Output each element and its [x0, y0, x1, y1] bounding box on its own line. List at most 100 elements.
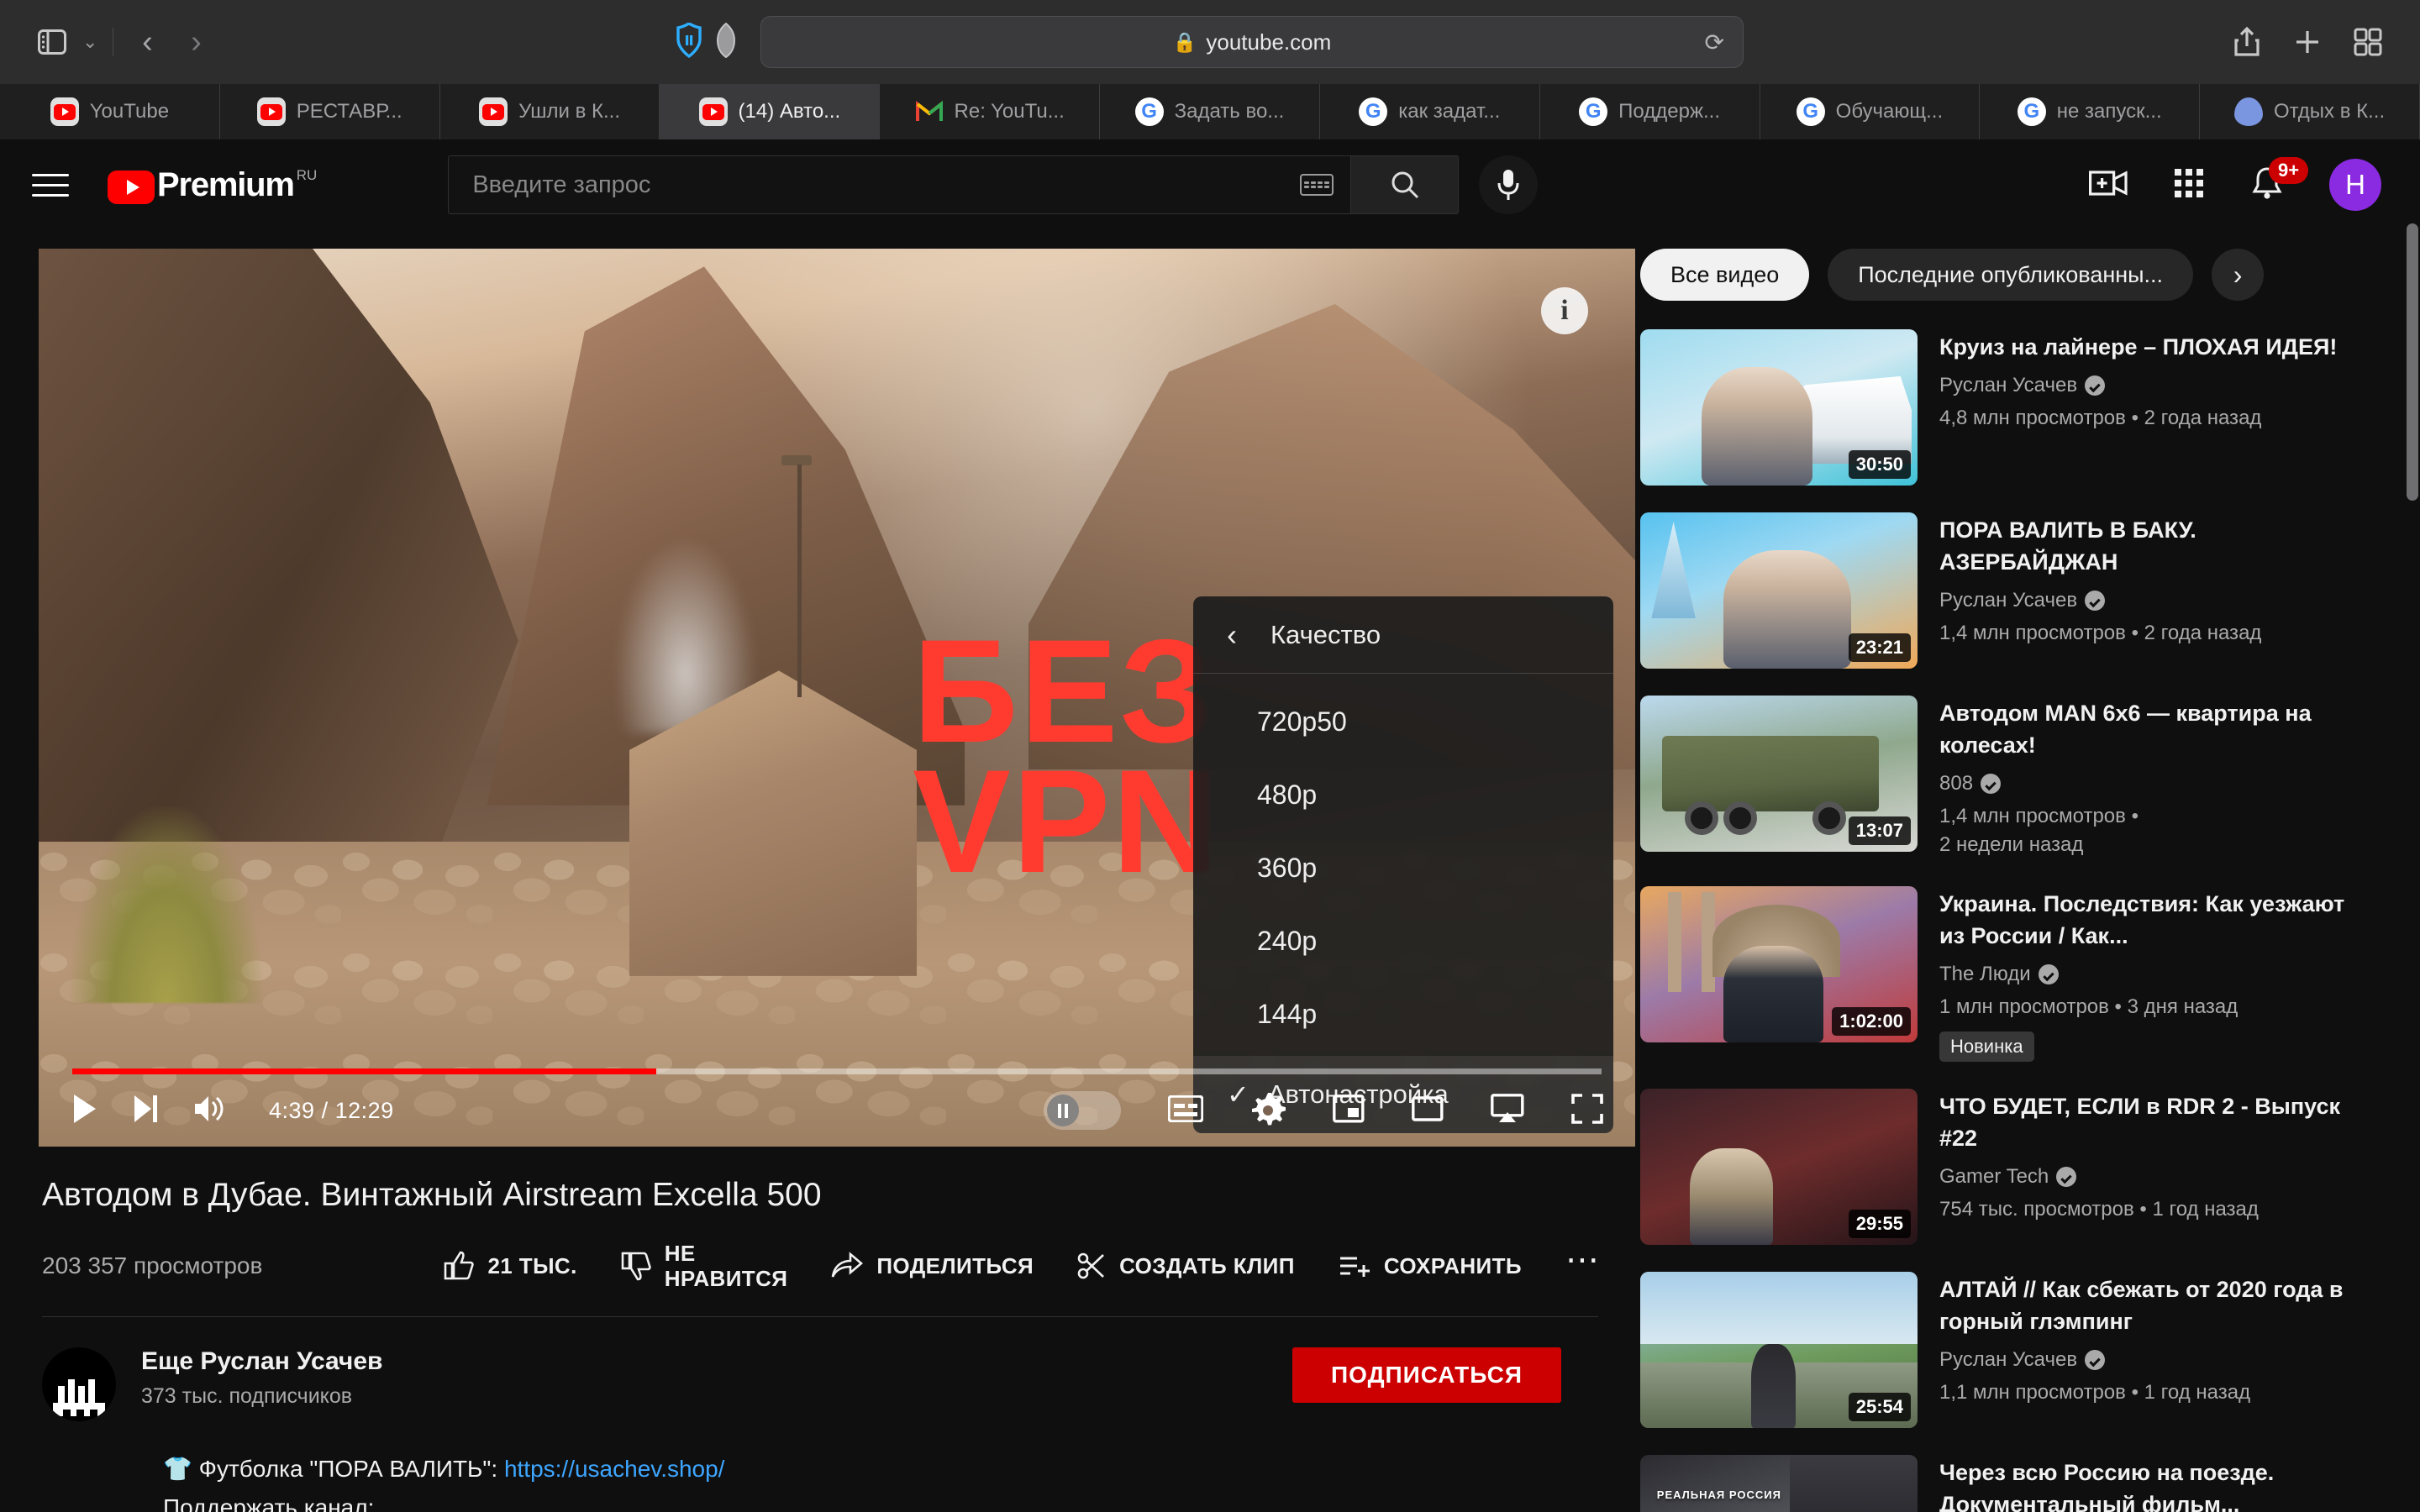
- list-item[interactable]: 1:02:00 Украина. Последствия: Как уезжаю…: [1640, 886, 2373, 1062]
- tab-label: Ушли в К...: [518, 100, 620, 123]
- current-time: 4:39: [269, 1097, 315, 1123]
- video-meta: ЧТО БУДЕТ, ЕСЛИ в RDR 2 - Выпуск #22 Gam…: [1939, 1089, 2373, 1245]
- thumbs-up-icon: [445, 1251, 475, 1280]
- browser-tab[interactable]: G Поддерж...: [1540, 84, 1760, 139]
- browser-tab[interactable]: Отдых в К...: [2200, 84, 2420, 139]
- video-player[interactable]: i БЕЗ VPN ‹ Качество 720p50 480p 360p 24…: [39, 249, 1635, 1147]
- sidebar-toggle-icon[interactable]: [29, 18, 76, 66]
- chevron-right-icon[interactable]: ›: [2212, 249, 2265, 301]
- browser-tab[interactable]: G как задат...: [1320, 84, 1540, 139]
- list-item[interactable]: 29:55 ЧТО БУДЕТ, ЕСЛИ в RDR 2 - Выпуск #…: [1640, 1089, 2373, 1245]
- keyboard-icon[interactable]: [1300, 174, 1334, 196]
- browser-tab[interactable]: G Задать во...: [1100, 84, 1320, 139]
- chevron-down-icon[interactable]: ⌄: [77, 33, 103, 51]
- browser-tab[interactable]: РЕСТАВР...: [220, 84, 440, 139]
- next-track-icon[interactable]: [131, 1093, 160, 1129]
- quality-menu-header[interactable]: ‹ Качество: [1193, 596, 1613, 674]
- lock-icon: 🔒: [1172, 30, 1197, 53]
- forward-arrow-icon[interactable]: ›: [172, 18, 219, 66]
- autoplay-toggle[interactable]: [1044, 1091, 1121, 1130]
- channel-name[interactable]: Еще Руслан Усачев: [141, 1347, 382, 1376]
- chip-recently-published[interactable]: Последние опубликованны...: [1828, 249, 2194, 301]
- progress-bar-row[interactable]: [39, 1068, 1635, 1074]
- quality-option[interactable]: 480p: [1193, 759, 1613, 832]
- list-item[interactable]: 30:50 Круиз на лайнере – ПЛОХАЯ ИДЕЯ! Ру…: [1640, 329, 2373, 486]
- save-button[interactable]: СОХРАНИТЬ: [1339, 1253, 1522, 1279]
- browser-tab[interactable]: G Обучающ...: [1760, 84, 1981, 139]
- share-arrow-icon: [832, 1252, 864, 1278]
- subscribe-button[interactable]: ПОДПИСАТЬСЯ: [1292, 1347, 1561, 1403]
- logo-country-code: RU: [296, 167, 318, 183]
- reload-icon[interactable]: ⟳: [1705, 29, 1724, 56]
- tab-overview-icon[interactable]: [2344, 18, 2391, 66]
- youtube-premium-logo[interactable]: Premium RU: [108, 165, 317, 204]
- list-item[interactable]: 23:21 ПОРА ВАЛИТЬ В БАКУ. АЗЕРБАЙДЖАН Ру…: [1640, 512, 2373, 669]
- hamburger-menu-icon[interactable]: [32, 173, 69, 197]
- quality-settings-menu[interactable]: ‹ Качество 720p50 480p 360p 240p 144p ✓ …: [1193, 596, 1613, 1133]
- list-item[interactable]: 13:07 Автодом MAN 6x6 — квартира на коле…: [1640, 696, 2373, 859]
- shield-icon[interactable]: [676, 21, 702, 62]
- chip-all-videos[interactable]: Все видео: [1640, 249, 1810, 301]
- video-thumbnail[interactable]: 30:50: [1640, 329, 1918, 486]
- shop-link[interactable]: https://usachev.shop/: [504, 1456, 725, 1482]
- address-bar[interactable]: 🔒 youtube.com ⟳: [760, 16, 1744, 68]
- tab-label: YouTube: [89, 100, 170, 123]
- video-thumbnail[interactable]: 25:54: [1640, 1272, 1918, 1428]
- chevron-left-icon[interactable]: ‹: [1227, 619, 1237, 650]
- filter-chips: Все видео Последние опубликованны... ›: [1640, 249, 2373, 301]
- page-scrollbar[interactable]: [2407, 223, 2418, 1512]
- more-options-icon[interactable]: ⋯: [1565, 1243, 1602, 1278]
- subtitles-icon[interactable]: [1167, 1094, 1204, 1126]
- share-button[interactable]: ПОДЕЛИТЬСЯ: [831, 1252, 1034, 1280]
- tab-label: как задат...: [1398, 100, 1501, 123]
- channel-avatar[interactable]: [42, 1347, 116, 1421]
- create-video-icon[interactable]: [2089, 169, 2128, 202]
- avatar[interactable]: H: [2329, 159, 2381, 211]
- airplay-icon[interactable]: [1491, 1093, 1524, 1128]
- reader-icon[interactable]: [716, 22, 736, 62]
- quality-option[interactable]: 144p: [1193, 978, 1613, 1051]
- quality-option[interactable]: 240p: [1193, 905, 1613, 978]
- back-arrow-icon[interactable]: ‹: [124, 18, 171, 66]
- status-badge: Новинка: [1939, 1032, 2034, 1062]
- video-title: ЧТО БУДЕТ, ЕСЛИ в RDR 2 - Выпуск #22: [1939, 1094, 2341, 1151]
- voice-search-button[interactable]: [1479, 155, 1539, 214]
- miniplayer-icon[interactable]: [1333, 1094, 1365, 1127]
- browser-tab[interactable]: YouTube: [0, 84, 220, 139]
- google-icon: G: [2017, 97, 2046, 126]
- youtube-masthead: Premium RU Введите запрос 9+ H: [0, 139, 2420, 230]
- browser-tab[interactable]: G не запуск...: [1980, 84, 2201, 139]
- youtube-apps-icon[interactable]: [2173, 167, 2205, 203]
- channel-label: Руслан Усачев: [1939, 374, 2078, 396]
- create-clip-button[interactable]: СОЗДАТЬ КЛИП: [1077, 1252, 1295, 1280]
- new-tab-icon[interactable]: [2284, 18, 2331, 66]
- share-icon[interactable]: [2223, 18, 2270, 66]
- theater-mode-icon[interactable]: [1412, 1095, 1444, 1127]
- scrollbar-thumb[interactable]: [2407, 223, 2418, 501]
- notifications-button[interactable]: 9+: [2250, 156, 2309, 205]
- list-item[interactable]: 25:54 АЛТАЙ // Как сбежать от 2020 года …: [1640, 1272, 2373, 1428]
- list-item[interactable]: РЕАЛЬНАЯ РОССИЯ Транссиб Через всю Росси…: [1640, 1455, 2373, 1512]
- browser-tab[interactable]: Ушли в К...: [440, 84, 660, 139]
- search-input[interactable]: Введите запрос: [448, 155, 1352, 214]
- play-icon[interactable]: [71, 1093, 99, 1129]
- video-thumbnail[interactable]: 1:02:00: [1640, 886, 1918, 1042]
- dislike-label-line1: НЕ: [664, 1241, 696, 1266]
- volume-icon[interactable]: [192, 1093, 225, 1129]
- video-thumbnail[interactable]: 29:55: [1640, 1089, 1918, 1245]
- video-thumbnail[interactable]: 23:21: [1640, 512, 1918, 669]
- video-thumbnail[interactable]: 13:07: [1640, 696, 1918, 852]
- browser-tab-active[interactable]: (14) Авто...: [660, 84, 881, 139]
- browser-tab[interactable]: Re: YouTu...: [880, 84, 1101, 139]
- like-button[interactable]: 21 ТЫС.: [444, 1251, 576, 1281]
- info-icon[interactable]: i: [1541, 287, 1588, 334]
- gear-icon[interactable]: [1250, 1091, 1286, 1131]
- fullscreen-icon[interactable]: [1571, 1093, 1603, 1128]
- quality-option[interactable]: 720p50: [1193, 685, 1613, 759]
- video-thumbnail[interactable]: РЕАЛЬНАЯ РОССИЯ Транссиб: [1640, 1455, 1918, 1512]
- quality-option[interactable]: 360p: [1193, 832, 1613, 905]
- search-button[interactable]: [1351, 155, 1460, 214]
- logo-text: Premium: [157, 166, 295, 203]
- dislike-button[interactable]: НЕ НРАВИТСЯ: [621, 1241, 788, 1291]
- progress-track[interactable]: [72, 1068, 1602, 1074]
